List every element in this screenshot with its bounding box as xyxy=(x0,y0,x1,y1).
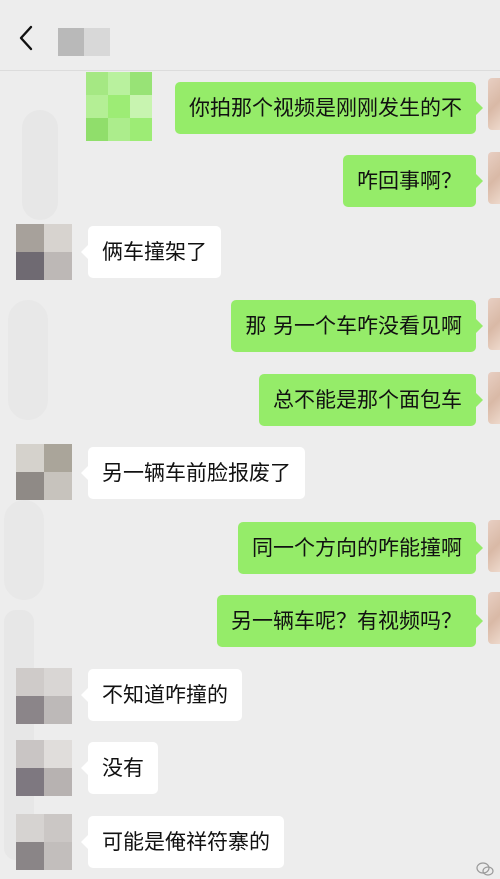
my-avatar[interactable] xyxy=(488,520,500,572)
my-avatar[interactable] xyxy=(488,372,500,424)
message-bubble-outgoing[interactable]: 你拍那个视频是刚刚发生的不 xyxy=(175,82,483,134)
message-row: 咋回事啊？ xyxy=(0,155,500,207)
message-bubble-incoming[interactable]: 不知道咋撞的 xyxy=(81,669,242,721)
my-avatar[interactable] xyxy=(488,78,500,130)
my-avatar[interactable] xyxy=(488,298,500,350)
message-bubble-incoming[interactable]: 俩车撞架了 xyxy=(81,226,221,278)
message-row: 没有 xyxy=(0,742,500,794)
message-row: 同一个方向的咋能撞啊 xyxy=(0,522,500,574)
message-bubble-outgoing[interactable]: 总不能是那个面包车 xyxy=(259,374,483,426)
message-bubble-outgoing[interactable]: 另一辆车呢？有视频吗？ xyxy=(217,595,483,647)
my-avatar[interactable] xyxy=(488,152,500,204)
message-row: 俩车撞架了 xyxy=(0,226,500,278)
message-row: 总不能是那个面包车 xyxy=(0,374,500,426)
message-row: 另一辆车呢？有视频吗？ xyxy=(0,595,500,647)
contact-name-mosaic xyxy=(58,28,110,56)
message-bubble-outgoing[interactable]: 同一个方向的咋能撞啊 xyxy=(238,522,483,574)
message-row: 那 另一个车咋没看见啊 xyxy=(0,300,500,352)
message-bubble-outgoing[interactable]: 那 另一个车咋没看见啊 xyxy=(231,300,483,352)
message-row: 你拍那个视频是刚刚发生的不 xyxy=(0,82,500,134)
message-bubble-incoming[interactable]: 另一辆车前脸报废了 xyxy=(81,447,305,499)
message-row: 可能是俺祥符寨的 xyxy=(0,816,500,868)
message-row: 不知道咋撞的 xyxy=(0,669,500,721)
wechat-watermark-icon xyxy=(476,862,494,876)
message-bubble-incoming[interactable]: 没有 xyxy=(81,742,158,794)
chevron-left-icon[interactable] xyxy=(16,24,36,52)
message-bubble-outgoing[interactable]: 咋回事啊？ xyxy=(343,155,483,207)
chat-header xyxy=(0,0,500,71)
my-avatar[interactable] xyxy=(488,592,500,644)
message-bubble-incoming[interactable]: 可能是俺祥符寨的 xyxy=(81,816,284,868)
message-row: 另一辆车前脸报废了 xyxy=(0,447,500,499)
